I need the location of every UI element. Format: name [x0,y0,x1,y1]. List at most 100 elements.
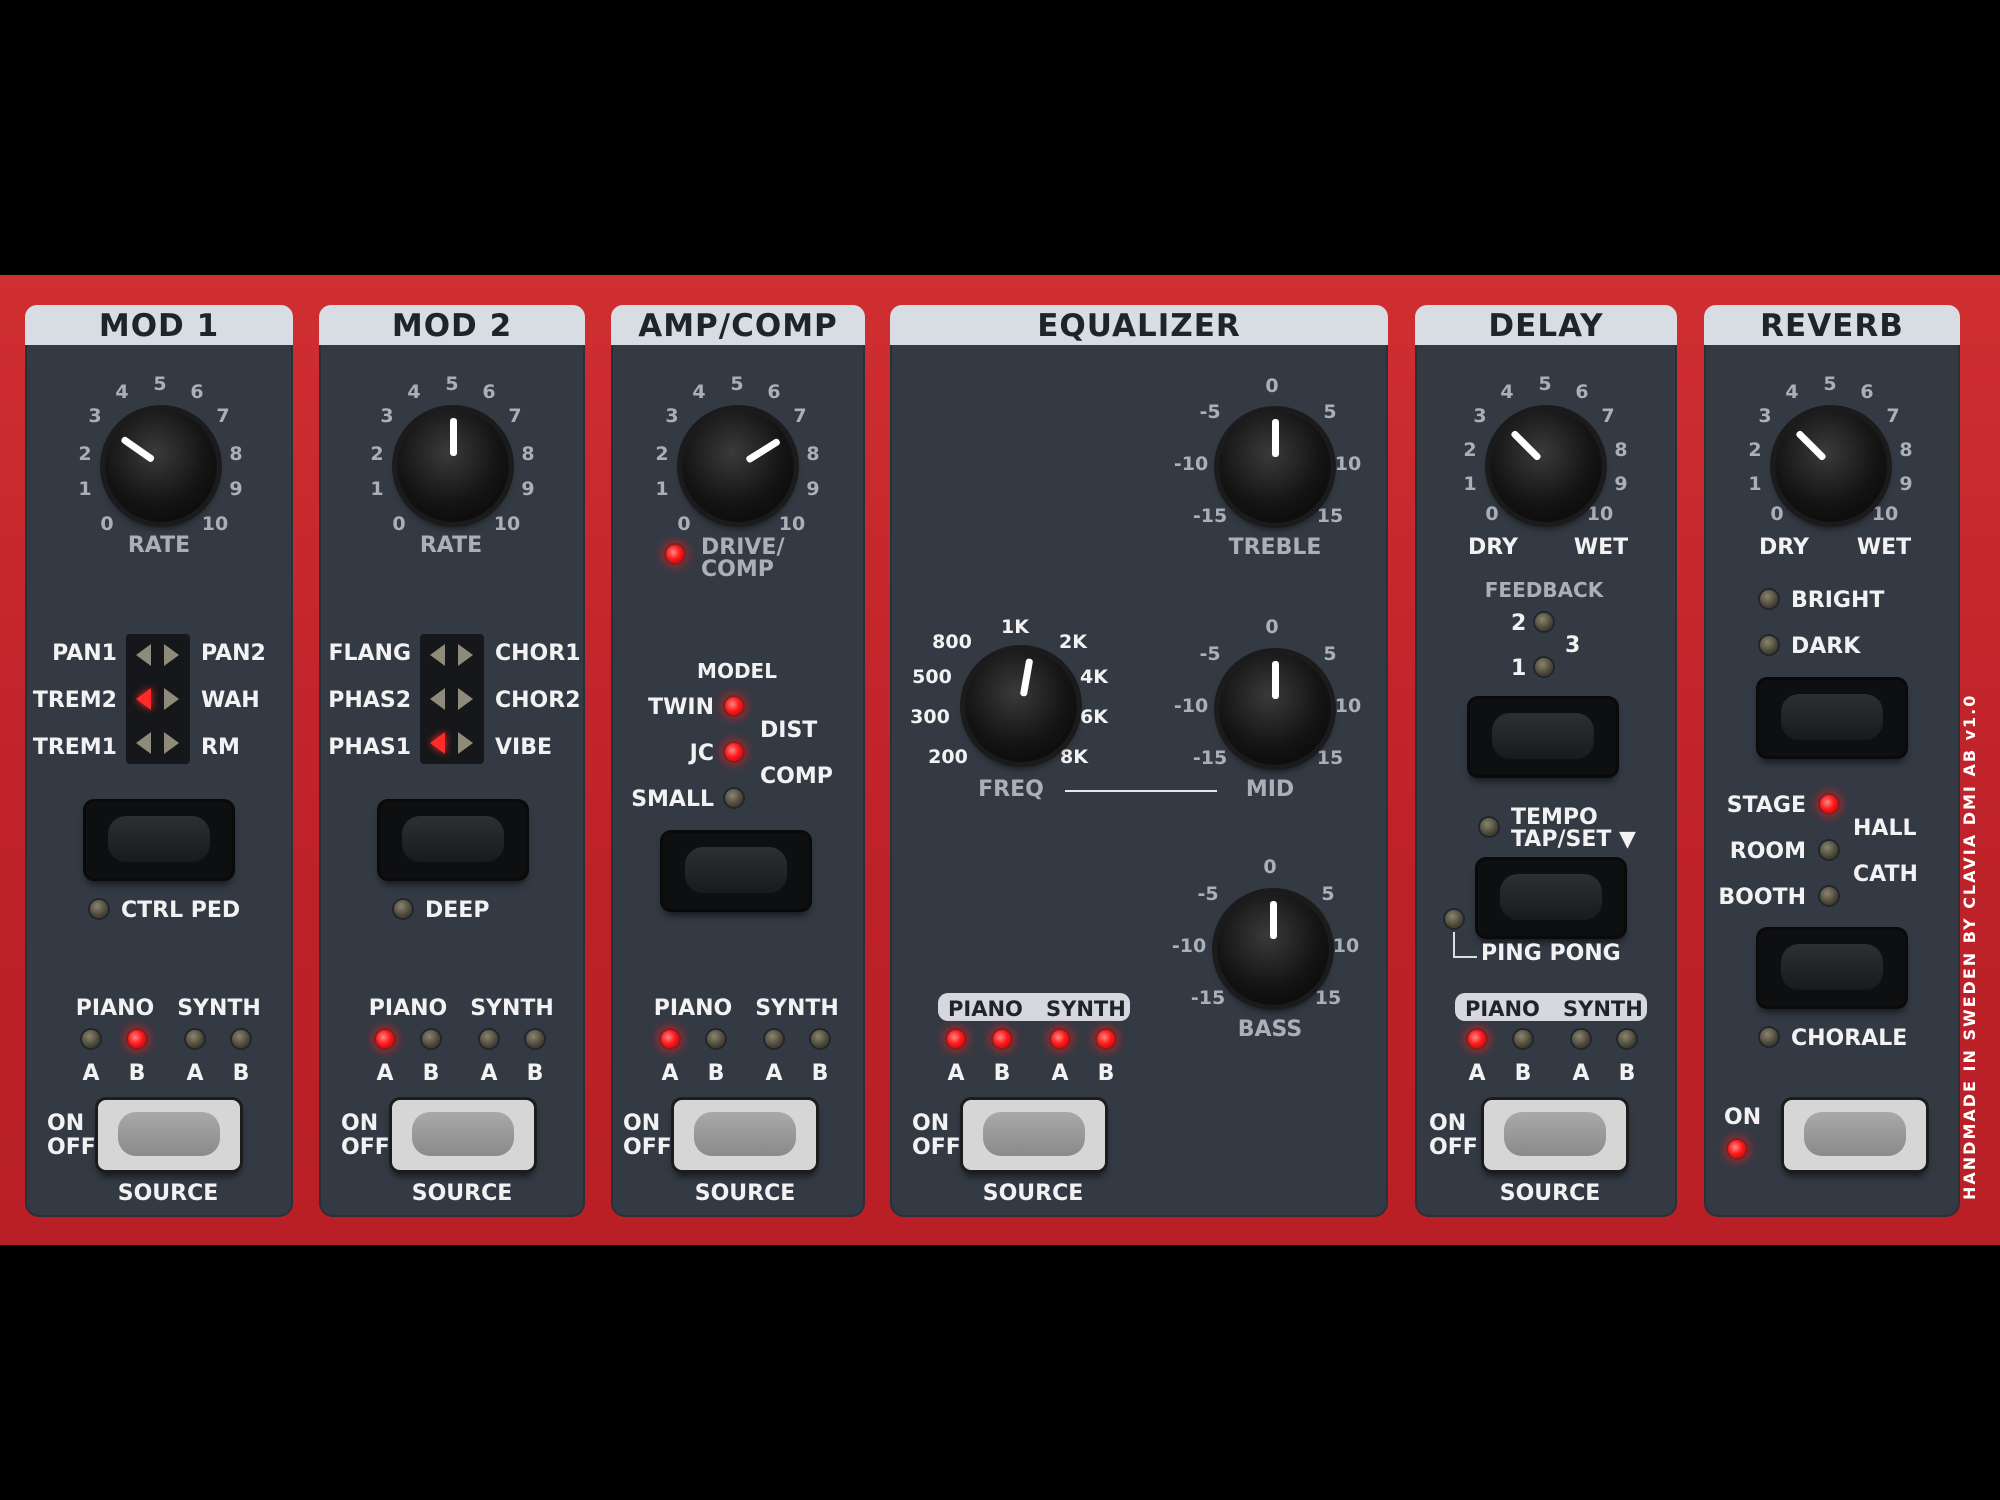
mod2-on-off-button[interactable] [392,1100,534,1170]
piano-a-led [1468,1030,1486,1048]
freq-knob[interactable] [965,650,1077,762]
small-label: SMALL [631,787,714,812]
synth-b-led [526,1030,544,1048]
booth-label: BOOTH [1718,885,1806,910]
scale-0: 0 [392,513,406,535]
scale-9: 9 [1899,473,1913,495]
amp-model-button[interactable] [663,833,809,909]
reverb-on-off-button[interactable] [1784,1100,1926,1170]
scale-10: 10 [201,513,229,535]
reverb-type-button[interactable] [1759,930,1905,1006]
synth-label: SYNTH [755,996,839,1021]
delay-mix-knob[interactable] [1490,410,1602,522]
mod1-type-indicator [126,634,190,764]
freq-2k: 2K [1059,631,1087,653]
mid-p15: 15 [1316,747,1344,769]
synth-label: SYNTH [1046,997,1126,1021]
scale-2: 2 [78,443,92,465]
piano-label: PIANO [948,997,1023,1021]
piano-b-led [422,1030,440,1048]
a-label: A [186,1061,204,1086]
cath-label: CATH [1853,862,1918,887]
scale-6: 6 [482,381,496,403]
dist-label: DIST [760,718,818,743]
feedback-button[interactable] [1470,699,1616,775]
mod1-on-off-button[interactable] [98,1100,240,1170]
drive-label: DRIVE/ [701,535,785,560]
tap-set-button[interactable] [1478,860,1624,936]
piano-b-led [707,1030,725,1048]
ctrl-ped-label: CTRL PED [121,898,241,923]
mid-label: MID [1245,777,1295,802]
feedback-2-label: 2 [1511,611,1527,636]
twin-label: TWIN [648,695,714,720]
piano-label: PIANO [1465,997,1540,1021]
piano-a-led [661,1030,679,1048]
on-label: ON [1724,1105,1762,1130]
b-label: B [526,1061,544,1086]
treble-m10: -10 [1173,453,1209,475]
flang-label: FLANG [328,641,411,666]
scale-5: 5 [1538,373,1552,395]
treble-knob[interactable] [1219,411,1331,523]
ping-pong-label: PING PONG [1481,941,1621,966]
scale-2: 2 [370,443,384,465]
mod2-panel: MOD 2 0 1 2 3 4 5 6 7 8 9 10 RATE FLANG … [319,305,585,1217]
amp-comp-panel: AMP/COMP 0 1 2 3 4 5 6 7 8 9 10 DRIVE/ C… [611,305,865,1217]
scale-9: 9 [521,478,535,500]
piano-a-led [82,1030,100,1048]
freq-4k: 4K [1080,666,1108,688]
synth-a-led [1051,1030,1069,1048]
synth-b-led [1097,1030,1115,1048]
on-label: ON [912,1111,950,1136]
chor1-label: CHOR1 [495,641,581,666]
trem2-label: TREM2 [32,688,117,713]
reverb-mix-knob[interactable] [1775,410,1887,522]
a-label: A [947,1061,965,1086]
feedback-2-led [1535,613,1553,631]
vibe-label: VIBE [495,735,553,760]
synth-a-led [480,1030,498,1048]
trem1-label: TREM1 [32,735,117,760]
scale-6: 6 [1860,381,1874,403]
eq-on-off-button[interactable] [963,1100,1105,1170]
delay-on-off-button[interactable] [1484,1100,1626,1170]
rate-label: RATE [127,533,191,558]
synth-a-led [1572,1030,1590,1048]
bass-knob[interactable] [1217,893,1329,1005]
mod2-type-button[interactable] [380,802,526,878]
freq-mid-link-line [1065,790,1217,792]
scale-7: 7 [216,405,230,427]
rate-label: RATE [419,533,483,558]
a-label: A [1051,1061,1069,1086]
rm-label: RM [201,735,240,760]
stage-led [1820,795,1838,813]
trem2-led [136,688,151,710]
piano-synth-tag: PIANO SYNTH [1455,993,1647,1021]
rate-knob[interactable] [397,410,509,522]
bright-dark-button[interactable] [1759,680,1905,756]
scale-10: 10 [493,513,521,535]
room-led [1820,841,1838,859]
a-label: A [661,1061,679,1086]
bass-p15: 15 [1314,987,1342,1009]
scale-4: 4 [407,381,421,403]
chorale-led [1760,1028,1778,1046]
scale-5: 5 [730,373,744,395]
on-label: ON [341,1111,379,1136]
synth-label: SYNTH [470,996,554,1021]
mid-knob[interactable] [1219,653,1331,765]
scale-3: 3 [88,405,102,427]
scale-8: 8 [229,443,243,465]
jc-led [725,743,743,761]
drive-knob[interactable] [682,410,794,522]
mod1-type-button[interactable] [86,802,232,878]
bright-label: BRIGHT [1791,588,1885,613]
freq-300: 300 [910,706,950,728]
twin-led [725,697,743,715]
reverb-on-led [1728,1140,1746,1158]
freq-8k: 8K [1060,746,1088,768]
b-label: B [811,1061,829,1086]
rate-knob[interactable] [105,410,217,522]
amp-on-off-button[interactable] [674,1100,816,1170]
